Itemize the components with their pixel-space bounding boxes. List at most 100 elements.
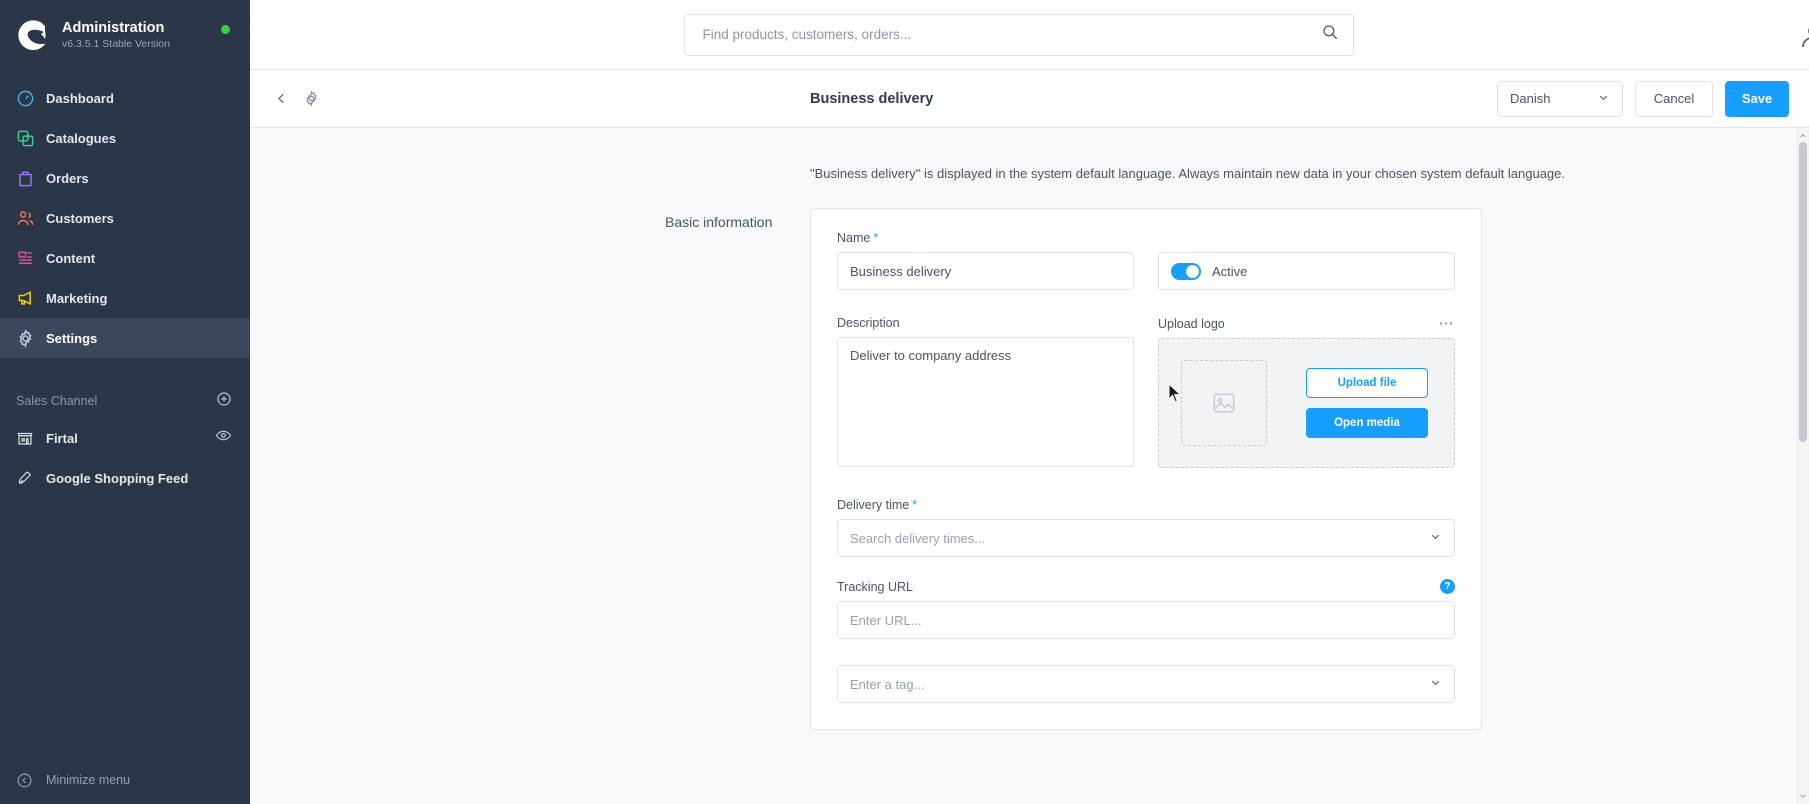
customers-people-icon: [16, 209, 46, 228]
catalogues-layers-icon: [16, 129, 46, 148]
sidebar-item-marketing[interactable]: Marketing: [0, 278, 250, 318]
minimize-menu-button[interactable]: Minimize menu: [0, 756, 250, 804]
sidebar-item-dashboard[interactable]: Dashboard: [0, 78, 250, 118]
tracking-url-input[interactable]: [837, 601, 1455, 639]
language-value: Danish: [1510, 91, 1551, 106]
delivery-time-label-text: Delivery time: [837, 498, 910, 512]
main-navigation: Dashboard Catalogues Orders Customers Co…: [0, 78, 250, 358]
upload-logo-label: Upload logo: [1158, 316, 1225, 331]
open-media-button[interactable]: Open media: [1306, 408, 1428, 438]
content-area: "Business delivery" is displayed in the …: [250, 128, 1809, 804]
required-asterisk: *: [912, 498, 918, 512]
language-select[interactable]: Danish: [1497, 80, 1623, 117]
ellipsis-icon[interactable]: ⋯: [1439, 316, 1456, 331]
sidebar-item-label: Dashboard: [46, 90, 114, 106]
rocket-icon: [16, 469, 46, 487]
tags-group: Enter a tag...: [837, 665, 1455, 703]
brand-header[interactable]: Administration v6.3.5.1 Stable Version: [0, 0, 250, 66]
active-spacer-label: [1158, 231, 1455, 245]
sidebar-item-firtal[interactable]: Firtal: [0, 418, 250, 458]
user-avatar-partial[interactable]: [1799, 20, 1809, 50]
sidebar-item-label: Content: [46, 250, 96, 266]
required-asterisk: *: [873, 231, 879, 245]
page-header: Business delivery Danish Cancel Save: [250, 70, 1809, 128]
gear-icon[interactable]: [303, 90, 320, 107]
chevron-left-circle-icon: [16, 772, 46, 789]
description-label: Description: [837, 316, 900, 330]
page-title: Business delivery: [810, 90, 934, 107]
upload-file-button[interactable]: Upload file: [1306, 368, 1428, 398]
language-notice: "Business delivery" is displayed in the …: [810, 166, 1565, 181]
plus-circle-icon[interactable]: [216, 391, 232, 412]
sidebar-item-label: Orders: [46, 170, 89, 186]
content-page-icon: [16, 249, 46, 268]
sidebar-item-label: Catalogues: [46, 130, 117, 146]
brand-version: v6.3.5.1 Stable Version: [62, 38, 170, 51]
chevron-down-icon: [1429, 676, 1442, 692]
storefront-icon: [16, 429, 46, 447]
active-toggle[interactable]: [1171, 262, 1201, 280]
sidebar-item-catalogues[interactable]: Catalogues: [0, 118, 250, 158]
scroll-up-arrow-icon[interactable]: [1798, 130, 1808, 142]
cancel-button[interactable]: Cancel: [1635, 80, 1713, 117]
active-toggle-wrapper[interactable]: Active: [1158, 252, 1455, 290]
chevron-down-icon: [1429, 530, 1442, 546]
sidebar-item-google-shopping-feed[interactable]: Google Shopping Feed: [0, 458, 250, 498]
sidebar-item-settings[interactable]: Settings: [0, 318, 250, 358]
vertical-scrollbar[interactable]: [1797, 128, 1809, 804]
image-placeholder-icon: [1181, 360, 1267, 446]
tracking-url-label: Tracking URL: [837, 579, 913, 594]
description-field-group: Description: [837, 316, 1134, 472]
global-search[interactable]: [683, 13, 1354, 56]
tracking-url-group: Tracking URL ?: [837, 579, 1455, 639]
tracking-url-label-row: Tracking URL ?: [837, 579, 1455, 594]
name-active-row: Name * Active: [837, 231, 1455, 290]
name-input[interactable]: [837, 252, 1134, 290]
delivery-time-group: Delivery time * Search delivery times...: [837, 498, 1455, 557]
main-area: Business delivery Danish Cancel Save "Bu…: [250, 0, 1809, 804]
tags-select[interactable]: Enter a tag...: [837, 665, 1455, 703]
logo-dropzone[interactable]: Upload file Open media: [1158, 338, 1455, 468]
section-label: Basic information: [665, 214, 773, 230]
active-label: Active: [1212, 263, 1248, 279]
upload-logo-header: Upload logo ⋯: [1158, 316, 1455, 331]
tags-placeholder: Enter a tag...: [850, 676, 925, 692]
search-icon[interactable]: [1321, 23, 1339, 46]
sidebar-item-content[interactable]: Content: [0, 238, 250, 278]
name-label-text: Name: [837, 231, 871, 245]
status-indicator-dot: [221, 25, 230, 34]
name-label: Name *: [837, 231, 1134, 245]
admin-app: Administration v6.3.5.1 Stable Version D…: [0, 0, 1809, 804]
scroll-down-arrow-icon[interactable]: [1798, 790, 1808, 802]
sidebar-item-customers[interactable]: Customers: [0, 198, 250, 238]
dropzone-actions: Upload file Open media: [1306, 368, 1434, 438]
help-badge-icon[interactable]: ?: [1440, 579, 1455, 594]
brand-title: Administration: [62, 19, 165, 36]
description-textarea[interactable]: [837, 337, 1134, 467]
sidebar-item-label: Settings: [46, 330, 98, 346]
sidebar-item-label: Customers: [46, 210, 114, 226]
save-button[interactable]: Save: [1725, 80, 1789, 117]
shopware-logo-icon: [16, 18, 50, 52]
sidebar-item-label: Google Shopping Feed: [46, 470, 189, 486]
delivery-time-select[interactable]: Search delivery times...: [837, 519, 1455, 557]
sidebar-item-orders[interactable]: Orders: [0, 158, 250, 198]
sidebar-item-label: Firtal: [46, 430, 78, 446]
sidebar: Administration v6.3.5.1 Stable Version D…: [0, 0, 250, 804]
active-field-group: Active: [1158, 231, 1455, 290]
basic-information-card: Name * Active: [810, 208, 1482, 730]
sales-channel-heading: Sales Channel: [16, 394, 98, 408]
scrollbar-thumb[interactable]: [1799, 142, 1807, 442]
search-input[interactable]: [700, 26, 1321, 43]
eye-icon[interactable]: [215, 427, 232, 449]
minimize-menu-label: Minimize menu: [46, 773, 131, 787]
name-field-group: Name *: [837, 231, 1134, 290]
chevron-down-icon: [1597, 91, 1610, 107]
sales-channel-section-header: Sales Channel: [0, 384, 250, 418]
upload-logo-group: Upload logo ⋯ Upload file Open media: [1158, 316, 1455, 472]
dashboard-gauge-icon: [16, 89, 46, 108]
orders-bag-icon: [16, 169, 46, 188]
back-button[interactable]: [274, 91, 289, 106]
delivery-time-label: Delivery time *: [837, 498, 1455, 512]
delivery-time-placeholder: Search delivery times...: [850, 530, 986, 546]
